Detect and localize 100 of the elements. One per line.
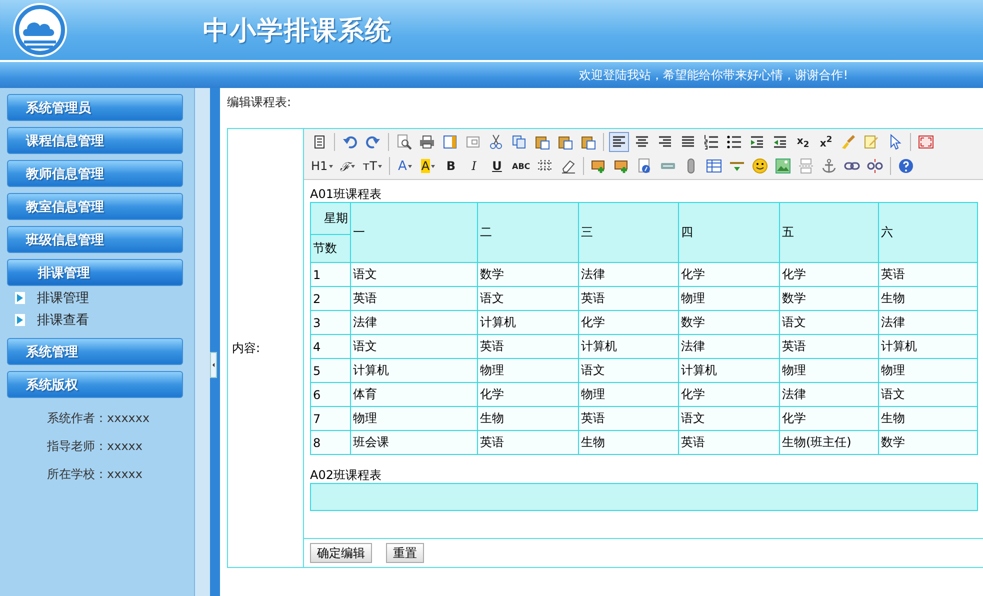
table-cell: 物理 <box>350 406 478 430</box>
table-cell: 英语 <box>350 286 478 310</box>
play-icon <box>15 314 25 326</box>
frame-icon <box>465 134 481 150</box>
pencil-icon <box>864 134 880 150</box>
align-right-icon <box>657 134 673 150</box>
table-cell: 英语 <box>878 262 978 286</box>
table-cell: 化学 <box>780 262 878 286</box>
column-header: 三 <box>578 202 678 262</box>
brush-icon <box>841 134 857 150</box>
unlink-icon <box>867 158 884 174</box>
picture-button[interactable] <box>773 156 794 176</box>
outdent-icon <box>772 134 788 150</box>
table-cell: 物理 <box>780 358 878 382</box>
page-title: 编辑课程表: <box>227 94 292 110</box>
highlight-button[interactable]: A <box>418 156 438 176</box>
preview-icon <box>396 134 412 150</box>
table-cell: 生物 <box>478 406 578 430</box>
subscript-button[interactable]: x$_{2}$ <box>793 132 813 152</box>
collapse-handle[interactable] <box>210 352 217 378</box>
column-header: 六 <box>878 202 978 262</box>
fullscreen-icon <box>918 134 934 150</box>
table-cell: 6 <box>310 382 350 406</box>
justify-icon <box>680 134 696 150</box>
image-icon <box>591 158 608 174</box>
table-cell: 法律 <box>878 310 978 334</box>
column-header: 星期 <box>310 202 350 234</box>
table-cell: 数学 <box>678 310 780 334</box>
eraser-icon <box>560 158 576 174</box>
table-cell: 数学 <box>780 286 878 310</box>
table-cell: 生物(班主任) <box>780 430 878 454</box>
table-cell: 2 <box>310 286 350 310</box>
table-cell: 语文 <box>878 382 978 406</box>
table-cell: 计算机 <box>678 358 780 382</box>
table-cell: 节数 <box>310 234 350 262</box>
strikethrough-button[interactable]: ABC <box>510 156 532 176</box>
table-cell: 化学 <box>678 262 780 286</box>
table-cell: 计算机 <box>350 358 478 382</box>
submenu-item[interactable]: 排课查看 <box>15 309 194 331</box>
menu-button[interactable]: 排课管理 <box>7 259 183 286</box>
table-cell: 英语 <box>478 334 578 358</box>
table-cell: 生物 <box>578 430 678 454</box>
table-cell: 计算机 <box>578 334 678 358</box>
superscript-button[interactable]: x$^{2}$ <box>816 132 836 152</box>
numbered-list-icon <box>703 134 719 150</box>
heading-button[interactable]: H1 <box>309 156 335 176</box>
table-cell: 英语 <box>780 334 878 358</box>
print-icon <box>419 134 435 150</box>
underline-button[interactable]: U <box>487 156 507 176</box>
table-cell: 生物 <box>878 286 978 310</box>
table-cell: 化学 <box>478 382 578 406</box>
page-break-icon <box>798 158 814 174</box>
cut-icon <box>488 134 504 150</box>
italic-button[interactable]: I <box>464 156 484 176</box>
unlink-button[interactable] <box>865 156 886 176</box>
form-button[interactable]: 确定编辑 <box>310 543 372 563</box>
table-cell: 法律 <box>678 334 780 358</box>
paste-icon <box>534 134 550 150</box>
copy-icon <box>511 134 527 150</box>
picture-icon <box>775 158 792 174</box>
bullet-list-icon <box>726 134 742 150</box>
play-icon <box>15 292 25 304</box>
rich-text-editor[interactable] <box>304 129 983 539</box>
font-size-button[interactable]: тT <box>360 156 384 176</box>
anchor-icon <box>821 158 838 174</box>
table-icon <box>706 158 722 174</box>
column-header: 五 <box>780 202 878 262</box>
table-cell: 计算机 <box>878 334 978 358</box>
smiley-button[interactable] <box>750 156 770 176</box>
table-cell: 语文 <box>478 286 578 310</box>
column-header: 一 <box>350 202 478 262</box>
field-label: 内容: <box>232 340 260 356</box>
font-color-button[interactable]: A <box>395 156 415 176</box>
submenu-item[interactable]: 排课管理 <box>15 287 194 309</box>
paste-icon <box>557 134 573 150</box>
table-cell: 7 <box>310 406 350 430</box>
bold-button[interactable]: B <box>441 156 461 176</box>
table-cell: 语文 <box>678 406 780 430</box>
column-header: 二 <box>478 202 578 262</box>
font-family-button[interactable]: ℱ <box>338 156 358 176</box>
schedule-title: A02班课程表 <box>310 467 382 483</box>
table-cell: 物理 <box>478 358 578 382</box>
info-text: 指导老师：xxxxx <box>47 438 144 454</box>
table-cell: 英语 <box>678 430 780 454</box>
align-left-button[interactable] <box>609 132 629 152</box>
table-cell: 物理 <box>878 358 978 382</box>
table-cell: 1 <box>310 262 350 286</box>
info-text: 所在学校：xxxxx <box>47 466 144 482</box>
help-icon <box>898 158 914 174</box>
table-cell: 化学 <box>780 406 878 430</box>
align-center-icon <box>634 134 650 150</box>
table-cell: 化学 <box>578 310 678 334</box>
redo-icon <box>365 134 381 150</box>
form-button[interactable]: 重置 <box>386 543 424 563</box>
paste-icon <box>580 134 596 150</box>
table-cell: 化学 <box>678 382 780 406</box>
table-cell: 计算机 <box>478 310 578 334</box>
welcome-text: 欢迎登陆我站，希望能给你带来好心情，谢谢合作! <box>579 66 848 84</box>
table-cell: 生物 <box>878 406 978 430</box>
table-cell: 语文 <box>350 334 478 358</box>
